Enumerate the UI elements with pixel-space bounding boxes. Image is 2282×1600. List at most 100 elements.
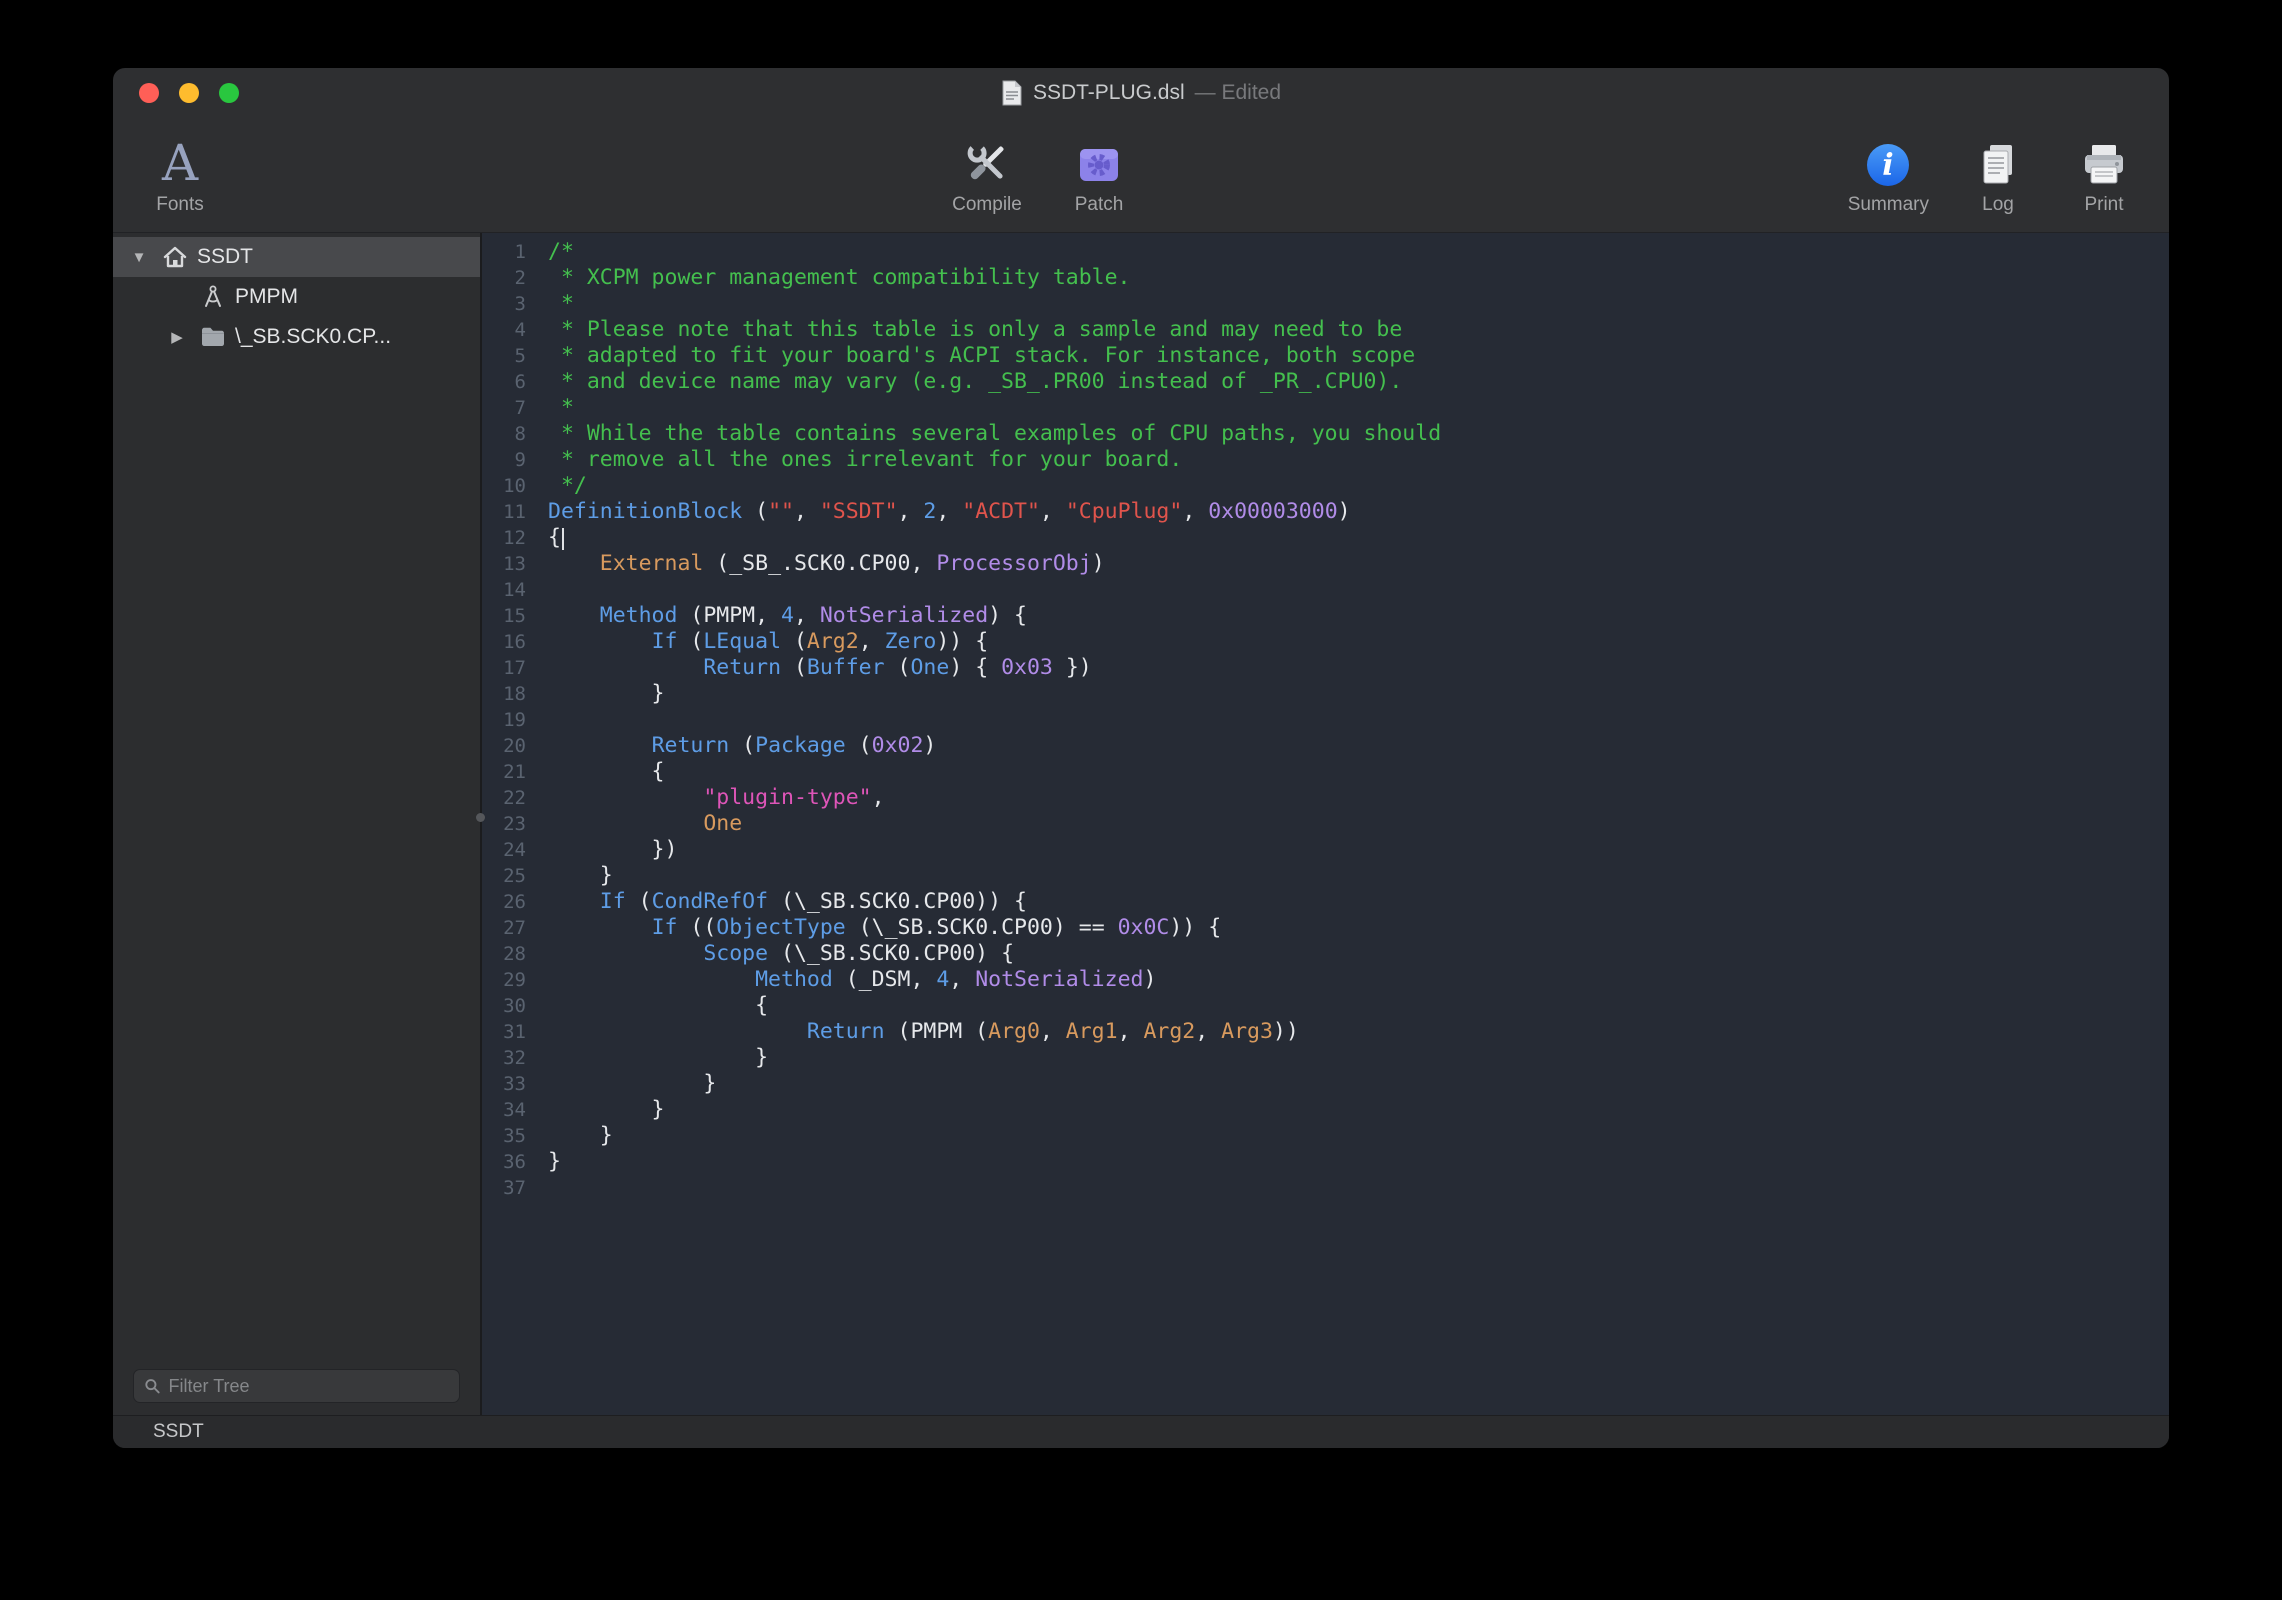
navigator-tree: ▼ SSDT (113, 237, 480, 1369)
toolbar: A Fonts (113, 118, 2169, 233)
code-line: } (548, 1097, 2169, 1123)
patch-icon (1073, 133, 1125, 189)
line-number: 9 (482, 447, 526, 473)
fonts-button[interactable]: A Fonts (143, 133, 217, 216)
code-line: /* (548, 239, 2169, 265)
method-tool-icon (195, 285, 231, 309)
line-number: 3 (482, 291, 526, 317)
summary-label: Summary (1848, 194, 1929, 216)
zoom-button[interactable] (219, 83, 239, 103)
disclosure-open-icon[interactable]: ▼ (121, 249, 157, 266)
line-number: 30 (482, 993, 526, 1019)
code-line: * (548, 291, 2169, 317)
disclosure-closed-icon[interactable]: ▶ (159, 328, 195, 346)
line-number: 32 (482, 1045, 526, 1071)
line-number: 6 (482, 369, 526, 395)
line-number: 21 (482, 759, 526, 785)
code-line: * While the table contains several examp… (548, 421, 2169, 447)
code-line: { (548, 525, 2169, 551)
tree-item-sb-sck0[interactable]: ▶ \_SB.SCK0.CP... (113, 317, 480, 357)
code-line: Method (PMPM, 4, NotSerialized) { (548, 603, 2169, 629)
fonts-icon: A (162, 137, 198, 189)
close-button[interactable] (139, 83, 159, 103)
info-icon: i (1864, 133, 1912, 189)
line-number: 35 (482, 1123, 526, 1149)
maciasl-window: SSDT-PLUG.dsl — Edited A Fonts (113, 68, 2169, 1448)
line-number: 8 (482, 421, 526, 447)
print-label: Print (2084, 194, 2123, 216)
line-number: 23 (482, 811, 526, 837)
main-content: ▼ SSDT (113, 233, 2169, 1415)
print-button[interactable]: Print (2067, 133, 2141, 216)
compile-icon (961, 133, 1013, 189)
line-number: 26 (482, 889, 526, 915)
line-number: 12 (482, 525, 526, 551)
filter-tree-input[interactable] (169, 1376, 449, 1397)
svg-text:i: i (1883, 148, 1894, 183)
patch-label: Patch (1075, 194, 1124, 216)
filter-tree-field (133, 1369, 460, 1403)
folder-icon (195, 326, 231, 348)
code-line: Scope (\_SB.SCK0.CP00) { (548, 941, 2169, 967)
code-line: * adapted to fit your board's ACPI stack… (548, 343, 2169, 369)
code-line: If (CondRefOf (\_SB.SCK0.CP00)) { (548, 889, 2169, 915)
code-line: One (548, 811, 2169, 837)
code-line: Return (PMPM (Arg0, Arg1, Arg2, Arg3)) (548, 1019, 2169, 1045)
home-icon (157, 245, 193, 269)
tree-item-label: \_SB.SCK0.CP... (235, 325, 391, 349)
code-line: } (548, 1149, 2169, 1175)
sidebar: ▼ SSDT (113, 233, 480, 1415)
tree-item-ssdt[interactable]: ▼ SSDT (113, 237, 480, 277)
log-button[interactable]: Log (1961, 133, 2035, 216)
code-line: } (548, 1045, 2169, 1071)
fonts-label: Fonts (156, 194, 204, 216)
code-line: } (548, 681, 2169, 707)
line-number: 31 (482, 1019, 526, 1045)
titlebar[interactable]: SSDT-PLUG.dsl — Edited (113, 68, 2169, 118)
code-line: Method (_DSM, 4, NotSerialized) (548, 967, 2169, 993)
code-line: { (548, 993, 2169, 1019)
window-title-area: SSDT-PLUG.dsl — Edited (1001, 80, 1281, 106)
line-number: 37 (482, 1175, 526, 1201)
compile-label: Compile (952, 194, 1022, 216)
code-line: } (548, 1123, 2169, 1149)
compile-button[interactable]: Compile (950, 133, 1024, 216)
window-edited-state: — Edited (1195, 81, 1281, 105)
splitter-knob[interactable] (476, 813, 485, 822)
line-number: 29 (482, 967, 526, 993)
patch-button[interactable]: Patch (1062, 133, 1136, 216)
log-icon (1974, 133, 2022, 189)
window-title: SSDT-PLUG.dsl (1033, 81, 1185, 105)
code-line: } (548, 1071, 2169, 1097)
tree-item-pmpm[interactable]: PMPM (113, 277, 480, 317)
line-number: 4 (482, 317, 526, 343)
line-number: 20 (482, 733, 526, 759)
line-number: 27 (482, 915, 526, 941)
line-number: 16 (482, 629, 526, 655)
line-number: 10 (482, 473, 526, 499)
code-editor[interactable]: 1234567891011121314151617181920212223242… (482, 233, 2169, 1415)
log-label: Log (1982, 194, 2014, 216)
code-line: * and device name may vary (e.g. _SB_.PR… (548, 369, 2169, 395)
code-line: }) (548, 837, 2169, 863)
summary-button[interactable]: i Summary (1848, 133, 1929, 216)
code-line: * remove all the ones irrelevant for you… (548, 447, 2169, 473)
code-line: * XCPM power management compatibility ta… (548, 265, 2169, 291)
pane-splitter[interactable] (480, 233, 482, 1415)
code-line: If (LEqual (Arg2, Zero)) { (548, 629, 2169, 655)
line-number: 2 (482, 265, 526, 291)
line-number: 5 (482, 343, 526, 369)
code-line: * Please note that this table is only a … (548, 317, 2169, 343)
line-number: 13 (482, 551, 526, 577)
code-line (548, 577, 2169, 603)
code-line (548, 1175, 2169, 1201)
minimize-button[interactable] (179, 83, 199, 103)
statusbar-context: SSDT (153, 1421, 204, 1443)
code-line: Return (Buffer (One) { 0x03 }) (548, 655, 2169, 681)
document-icon (1001, 80, 1023, 106)
line-number: 1 (482, 239, 526, 265)
code-line: DefinitionBlock ("", "SSDT", 2, "ACDT", … (548, 499, 2169, 525)
line-number: 34 (482, 1097, 526, 1123)
line-number: 15 (482, 603, 526, 629)
code-line: { (548, 759, 2169, 785)
